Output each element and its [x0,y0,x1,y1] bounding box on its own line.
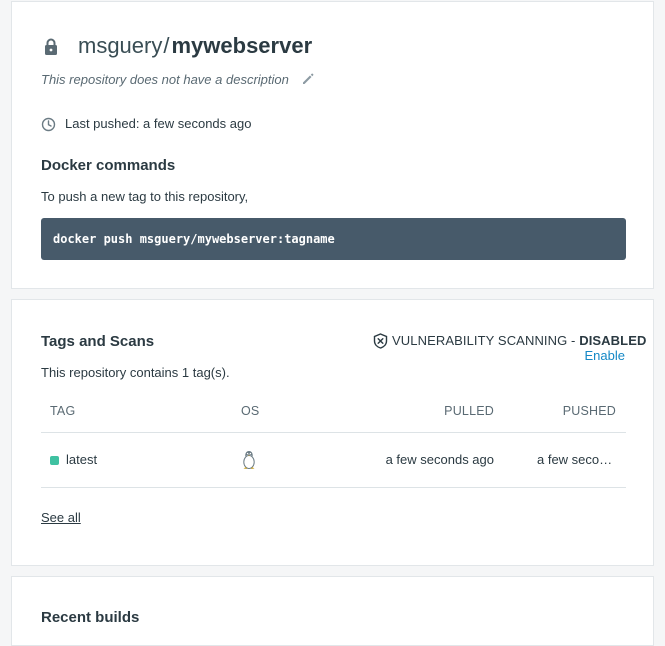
docker-command-box[interactable]: docker push msguery/mywebserver:tagname [41,218,626,260]
tags-and-scans-card: Tags and Scans VULNERABILITY SCANNING - … [11,299,654,566]
see-all-link[interactable]: See all [41,510,81,525]
tag-pushed-time: a few seconds ago [537,452,617,467]
repo-namespace: msguery [78,33,163,58]
shield-icon [373,333,388,349]
tag-name[interactable]: latest [66,452,97,467]
docker-command-text[interactable]: docker push msguery/mywebserver:tagname [53,232,335,246]
clock-icon [41,117,56,132]
repo-name: mywebserver [171,33,313,58]
pencil-icon[interactable] [301,72,315,86]
recent-builds-card: Recent builds [11,576,654,646]
last-pushed-text: Last pushed: a few seconds ago [65,116,252,131]
docker-commands-heading: Docker commands [41,157,176,174]
title-separator: / [163,33,170,58]
repository-info-card: msguery/mywebserver This repository does… [11,1,654,289]
column-header-pushed: PUSHED [562,404,616,418]
tag-pulled-time: a few seconds ago [385,452,494,467]
table-divider [41,487,626,488]
tag-status-indicator [50,456,59,465]
tag-count-text: This repository contains 1 tag(s). [41,365,230,380]
lock-icon [45,38,57,55]
enable-scanning-link[interactable]: Enable [585,348,625,363]
vulnerability-scanning-status: VULNERABILITY SCANNING - DISABLED [392,333,646,348]
push-hint-text: To push a new tag to this repository, [41,189,249,204]
vulnerability-scanning-label: VULNERABILITY SCANNING - [392,333,580,348]
recent-builds-heading: Recent builds [41,609,140,626]
column-header-pulled: PULLED [444,404,494,418]
column-header-os: OS [241,404,260,418]
page-title: msguery/mywebserver [78,33,312,59]
linux-icon [243,451,255,469]
tags-and-scans-heading: Tags and Scans [41,333,155,350]
column-header-tag: TAG [50,404,76,418]
repo-description: This repository does not have a descript… [41,72,289,87]
vulnerability-scanning-state: DISABLED [579,333,647,348]
